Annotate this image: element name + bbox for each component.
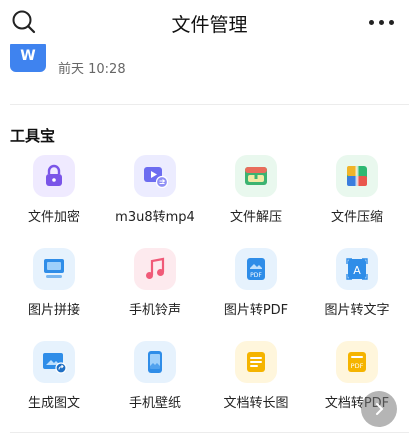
tool-label: 图片转文字 bbox=[324, 303, 390, 318]
divider bbox=[10, 104, 409, 105]
tool-label: 图片拼接 bbox=[27, 303, 80, 318]
image-share-icon bbox=[33, 341, 75, 383]
tool-label: 文档转长图 bbox=[223, 396, 289, 411]
image-pdf-icon: PDF bbox=[235, 248, 277, 290]
tool-label: m3u8转mp4 bbox=[115, 210, 195, 225]
lock-icon bbox=[33, 155, 75, 197]
top-bar: 文件管理 bbox=[0, 0, 419, 44]
tool-m3u8-to-mp4[interactable]: m3u8转mp4 bbox=[103, 155, 207, 235]
tool-label: 文件压缩 bbox=[330, 210, 383, 225]
tool-file-unzip[interactable]: 文件解压 bbox=[204, 155, 308, 235]
tool-image-stitch[interactable]: 图片拼接 bbox=[2, 248, 106, 328]
tool-ringtone[interactable]: 手机铃声 bbox=[103, 248, 207, 328]
svg-text:PDF: PDF bbox=[351, 362, 364, 370]
svg-text:PDF: PDF bbox=[250, 272, 262, 279]
image-text-icon: A bbox=[336, 248, 378, 290]
tool-label: 图片转PDF bbox=[223, 303, 289, 318]
tool-phone-wallpaper[interactable]: 手机壁纸 bbox=[103, 341, 207, 421]
unzip-icon bbox=[235, 155, 277, 197]
tool-file-encrypt[interactable]: 文件加密 bbox=[2, 155, 106, 235]
video-convert-icon bbox=[134, 155, 176, 197]
recent-file-item[interactable]: W 前天 10:28 bbox=[10, 37, 409, 88]
tool-label: 生成图文 bbox=[27, 396, 80, 411]
tool-generate-image-text[interactable]: 生成图文 bbox=[2, 341, 106, 421]
more-icon[interactable] bbox=[369, 13, 397, 31]
tool-doc-to-long-image[interactable]: 文档转长图 bbox=[204, 341, 308, 421]
doc-longimage-icon bbox=[235, 341, 277, 383]
doc-pdf-icon: PDF bbox=[336, 341, 378, 383]
section-title: 工具宝 bbox=[10, 127, 56, 145]
tool-label: 手机壁纸 bbox=[128, 396, 181, 411]
tool-label: 文件加密 bbox=[27, 210, 80, 225]
file-time: 前天 10:28 bbox=[58, 62, 126, 77]
tool-file-compress[interactable]: 文件压缩 bbox=[305, 155, 409, 235]
tool-image-to-text[interactable]: A 图片转文字 bbox=[305, 248, 409, 328]
image-stitch-icon bbox=[33, 248, 75, 290]
chevron-right-icon bbox=[376, 403, 383, 415]
word-file-icon: W bbox=[10, 40, 46, 72]
page-title: 文件管理 bbox=[171, 14, 248, 36]
phone-wallpaper-icon bbox=[134, 341, 176, 383]
compress-icon bbox=[336, 155, 378, 197]
svg-text:A: A bbox=[353, 264, 361, 277]
tool-image-to-pdf[interactable]: PDF 图片转PDF bbox=[204, 248, 308, 328]
divider bbox=[10, 432, 409, 433]
tool-label: 文件解压 bbox=[229, 210, 282, 225]
tool-label: 手机铃声 bbox=[128, 303, 181, 318]
music-note-icon bbox=[134, 248, 176, 290]
tool-label: 文档转PDF bbox=[324, 396, 390, 411]
scroll-next-button[interactable] bbox=[361, 391, 397, 427]
